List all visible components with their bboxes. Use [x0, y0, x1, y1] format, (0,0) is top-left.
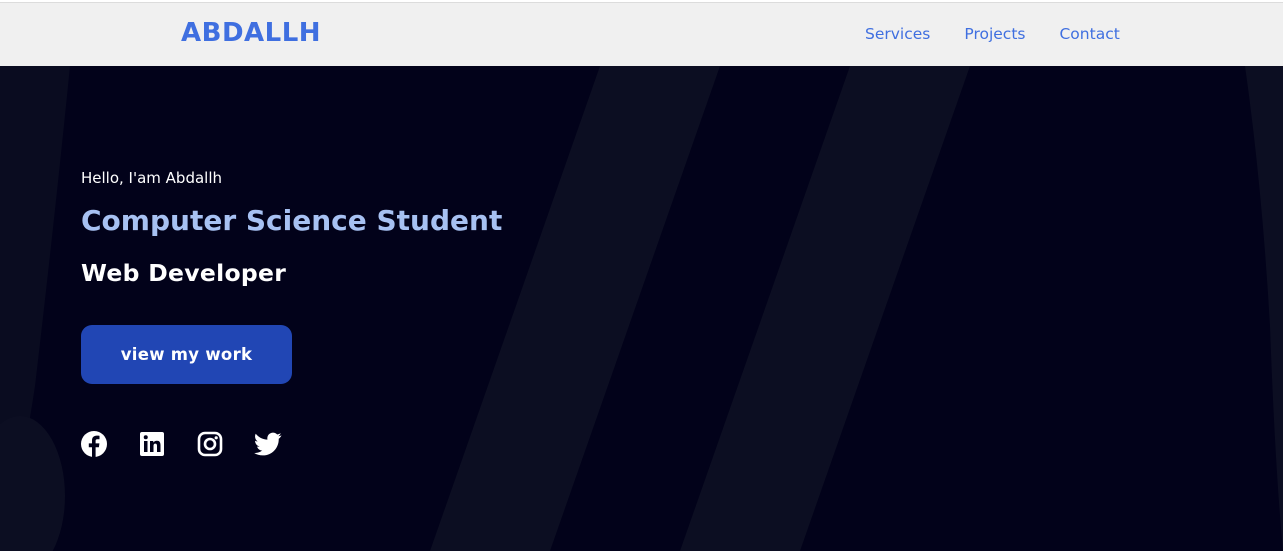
- instagram-icon[interactable]: [196, 430, 224, 458]
- nav-link-contact[interactable]: Contact: [1059, 25, 1119, 43]
- navbar: ABDALLH Services Projects Contact: [0, 2, 1283, 66]
- linkedin-icon[interactable]: [138, 430, 166, 458]
- hero-subtitle: Web Developer: [81, 259, 287, 287]
- nav-link-projects[interactable]: Projects: [964, 25, 1025, 43]
- site-logo[interactable]: ABDALLH: [181, 18, 321, 48]
- view-my-work-button[interactable]: view my work: [81, 325, 292, 384]
- nav-links: Services Projects Contact: [865, 25, 1154, 43]
- hero-greeting: Hello, I'am Abdallh: [81, 169, 223, 187]
- social-links: [80, 430, 312, 458]
- hero-title: Computer Science Student: [81, 204, 503, 237]
- nav-link-services[interactable]: Services: [865, 25, 930, 43]
- twitter-icon[interactable]: [254, 430, 282, 458]
- background-slash-shapes: [0, 66, 1283, 551]
- facebook-icon[interactable]: [80, 430, 108, 458]
- hero-section: Hello, I'am Abdallh Computer Science Stu…: [0, 66, 1283, 551]
